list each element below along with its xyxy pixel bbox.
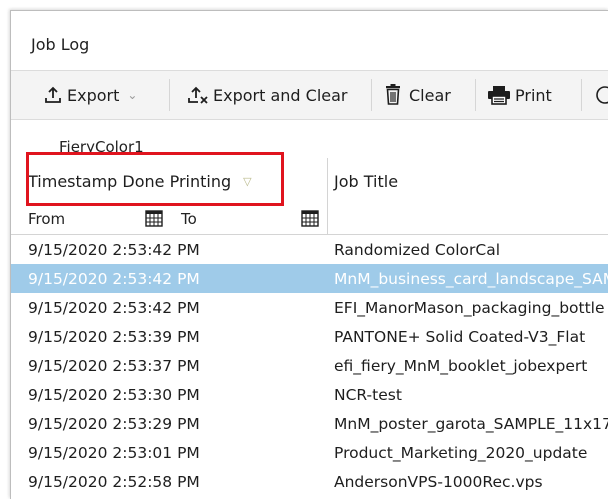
clear-label: Clear <box>409 85 451 105</box>
table-header: Timestamp Done Printing ▽ Job Title <box>11 158 608 205</box>
timestamp-cell: 9/15/2020 2:53:42 PM <box>28 270 200 288</box>
export-icon <box>43 85 63 105</box>
timestamp-cell: 9/15/2020 2:53:42 PM <box>28 299 200 317</box>
printer-icon <box>487 85 511 105</box>
from-label: From <box>28 210 66 228</box>
print-label: Print <box>515 85 552 105</box>
printer-name: FieryColor1 <box>59 138 144 156</box>
table-row[interactable]: 9/15/2020 2:53:30 PM NCR-test <box>11 380 608 409</box>
window-title: Job Log <box>31 35 90 54</box>
trash-icon <box>383 84 403 106</box>
toolbar-separator <box>475 79 476 111</box>
job-title-cell: AndersonVPS-1000Rec.vps <box>334 473 543 491</box>
timestamp-cell: 9/15/2020 2:53:37 PM <box>28 357 200 375</box>
chevron-down-icon[interactable]: ⌄ <box>127 88 137 102</box>
table-row[interactable]: 9/15/2020 2:53:39 PM PANTONE+ Solid Coat… <box>11 322 608 351</box>
column-divider <box>327 204 328 234</box>
timestamp-cell: 9/15/2020 2:53:39 PM <box>28 328 200 346</box>
sort-filter-icon[interactable]: ▽ <box>243 175 251 188</box>
calendar-icon[interactable] <box>145 209 163 231</box>
table-row[interactable]: 9/15/2020 2:53:01 PM Product_Marketing_2… <box>11 438 608 467</box>
clear-button[interactable]: Clear <box>383 71 451 119</box>
timestamp-cell: 9/15/2020 2:53:42 PM <box>28 241 200 259</box>
job-log-table-body: 9/15/2020 2:53:42 PM Randomized ColorCal… <box>11 235 608 496</box>
job-title-cell: efi_fiery_MnM_booklet_jobexpert <box>334 357 588 375</box>
job-title-cell: MnM_business_card_landscape_SAMPLE <box>334 270 608 288</box>
table-row[interactable]: 9/15/2020 2:53:42 PM EFI_ManorMason_pack… <box>11 293 608 322</box>
export-label: Export <box>67 85 120 105</box>
export-and-clear-label: Export and Clear <box>213 85 348 105</box>
print-button[interactable]: Print <box>487 71 552 119</box>
column-header-label: Job Title <box>334 171 399 191</box>
job-title-cell: Randomized ColorCal <box>334 241 501 259</box>
column-header-label: Timestamp Done Printing <box>28 171 232 191</box>
partial-circle-icon <box>596 86 608 104</box>
timestamp-cell: 9/15/2020 2:53:29 PM <box>28 415 200 433</box>
toolbar-separator <box>371 79 372 111</box>
timestamp-cell: 9/15/2020 2:53:30 PM <box>28 386 200 404</box>
table-row-selected[interactable]: 9/15/2020 2:53:42 PM MnM_business_card_l… <box>11 264 608 293</box>
table-row[interactable]: 9/15/2020 2:53:37 PM efi_fiery_MnM_bookl… <box>11 351 608 380</box>
column-header-timestamp[interactable]: Timestamp Done Printing ▽ <box>28 158 252 204</box>
table-row[interactable]: 9/15/2020 2:53:29 PM MnM_poster_garota_S… <box>11 409 608 438</box>
job-title-cell: EFI_ManorMason_packaging_bottle <box>334 299 605 317</box>
toolbar-separator <box>581 79 582 111</box>
calendar-icon[interactable] <box>301 209 319 231</box>
table-row[interactable]: 9/15/2020 2:52:58 PM AndersonVPS-1000Rec… <box>11 467 608 496</box>
to-label: To <box>181 210 197 228</box>
job-title-cell: NCR-test <box>334 386 402 404</box>
column-header-job-title[interactable]: Job Title <box>334 158 398 204</box>
export-and-clear-icon <box>187 85 211 105</box>
more-button[interactable] <box>595 71 608 119</box>
job-log-window: Job Log Export ⌄ Export and Clear Clear … <box>10 10 608 499</box>
toolbar: Export ⌄ Export and Clear Clear Print <box>11 70 608 120</box>
export-button[interactable]: Export ⌄ <box>43 71 137 119</box>
filter-row: From To <box>11 204 608 235</box>
job-title-cell: Product_Marketing_2020_update <box>334 444 588 462</box>
column-divider[interactable] <box>327 158 328 204</box>
toolbar-separator <box>169 79 170 111</box>
timestamp-cell: 9/15/2020 2:53:01 PM <box>28 444 200 462</box>
export-and-clear-button[interactable]: Export and Clear <box>187 71 348 119</box>
table-row[interactable]: 9/15/2020 2:53:42 PM Randomized ColorCal <box>11 235 608 264</box>
job-title-cell: MnM_poster_garota_SAMPLE_11x17 <box>334 415 608 433</box>
timestamp-cell: 9/15/2020 2:52:58 PM <box>28 473 200 491</box>
job-title-cell: PANTONE+ Solid Coated-V3_Flat <box>334 328 586 346</box>
